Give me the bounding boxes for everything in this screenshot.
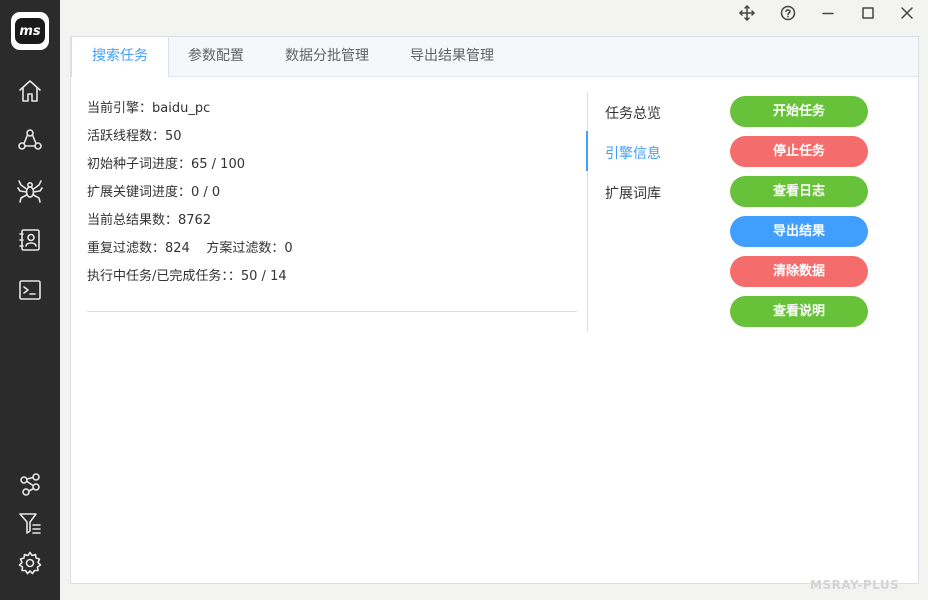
total-results: 当前总结果数：8762	[87, 213, 212, 228]
close-icon[interactable]	[896, 2, 918, 24]
home-icon[interactable]	[15, 76, 45, 106]
side-tab-overview[interactable]: 任务总览	[605, 103, 661, 123]
stop-task-button[interactable]: 停止任务	[730, 136, 868, 167]
minimize-icon[interactable]	[817, 2, 839, 24]
side-tab-engine-info[interactable]: 引擎信息	[605, 143, 661, 163]
sidebar: ms	[0, 0, 60, 600]
spider-icon[interactable]	[15, 175, 45, 205]
tab-search-task[interactable]: 搜索任务	[71, 37, 169, 77]
vertical-divider	[587, 92, 588, 332]
settings-icon[interactable]	[15, 548, 45, 578]
terminal-icon[interactable]	[15, 275, 45, 305]
current-engine: 当前引擎：baidu_pc	[87, 101, 211, 116]
app-logo-text: ms	[15, 18, 45, 44]
contacts-icon[interactable]	[15, 225, 45, 255]
info-divider	[87, 311, 577, 312]
tab-batch-manage[interactable]: 数据分批管理	[266, 37, 388, 76]
active-threads: 活跃线程数：50	[87, 129, 182, 144]
help-icon[interactable]	[777, 2, 799, 24]
side-tab-indicator	[586, 131, 588, 171]
side-tab-keyword-library[interactable]: 扩展词库	[605, 183, 661, 203]
tab-bar: 搜索任务 参数配置 数据分批管理 导出结果管理	[71, 37, 918, 77]
clear-data-button[interactable]: 清除数据	[730, 256, 868, 287]
view-help-button[interactable]: 查看说明	[730, 296, 868, 327]
network-icon[interactable]	[15, 125, 45, 155]
seed-progress: 初始种子词进度：65 / 100	[87, 157, 245, 172]
export-results-button[interactable]: 导出结果	[730, 216, 868, 247]
start-task-button[interactable]: 开始任务	[730, 96, 868, 127]
filter-counts: 重复过滤数：824 方案过滤数：0	[87, 241, 293, 256]
tab-param-config[interactable]: 参数配置	[168, 37, 264, 76]
watermark: MSRAY-PLUS	[810, 578, 900, 592]
app-logo: ms	[11, 12, 49, 50]
main-panel: 搜索任务 参数配置 数据分批管理 导出结果管理 当前引擎：baidu_pc 活跃…	[70, 36, 919, 584]
maximize-icon[interactable]	[857, 2, 879, 24]
share-icon[interactable]	[15, 469, 45, 499]
task-counts: 执行中任务/已完成任务：：50 / 14	[87, 269, 287, 284]
tab-export-manage[interactable]: 导出结果管理	[391, 37, 513, 76]
view-log-button[interactable]: 查看日志	[730, 176, 868, 207]
expand-progress: 扩展关键词进度：0 / 0	[87, 185, 221, 200]
filter-icon[interactable]	[15, 508, 45, 538]
move-icon[interactable]	[736, 2, 758, 24]
